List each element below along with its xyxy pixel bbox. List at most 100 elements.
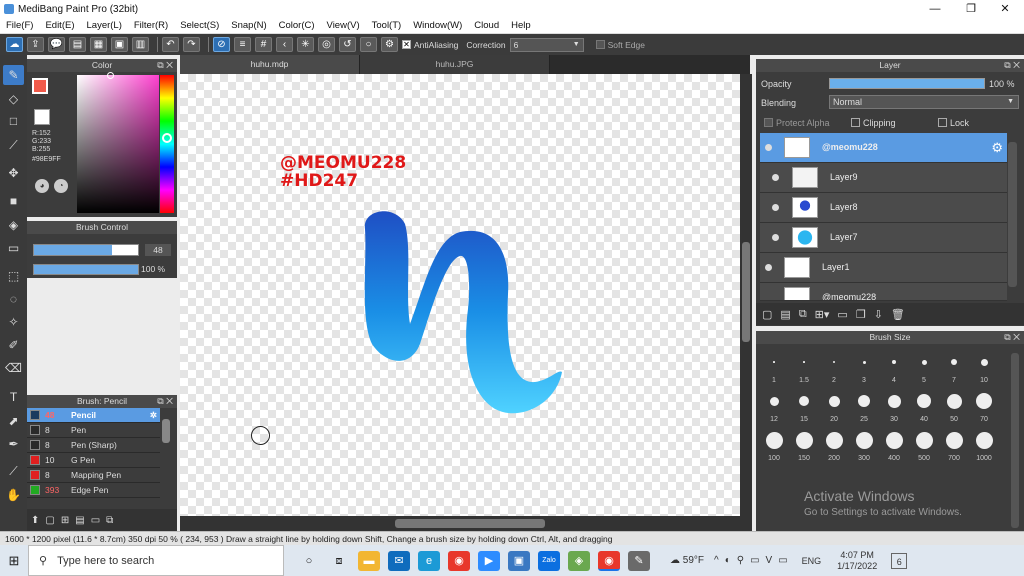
- brush-item-mapping-pen[interactable]: 8 Mapping Pen: [27, 468, 160, 483]
- menu-filter[interactable]: Filter(R): [128, 20, 174, 31]
- saturation-value-picker[interactable]: [77, 75, 159, 213]
- maximize-button[interactable]: ❐: [954, 0, 988, 18]
- brush-size-option[interactable]: 4: [879, 348, 909, 384]
- brush-size-option[interactable]: 5: [909, 348, 939, 384]
- blending-select[interactable]: Normal ▼: [829, 95, 1019, 109]
- correction-select[interactable]: 6 ▼: [509, 37, 584, 52]
- store-icon[interactable]: ▣: [508, 550, 530, 571]
- new-halftone-layer-icon[interactable]: ▤: [780, 308, 790, 321]
- add-layer-menu-icon[interactable]: ⊞▾: [815, 308, 830, 321]
- brush-size-option[interactable]: 1.5: [789, 348, 819, 384]
- ellipse-snap-icon[interactable]: ○: [360, 37, 377, 52]
- visibility-icon[interactable]: [772, 174, 779, 181]
- lock-checkbox[interactable]: [938, 118, 947, 127]
- brush-size-option[interactable]: 7: [939, 348, 969, 384]
- chrome-icon[interactable]: ◉: [448, 550, 470, 571]
- horizontal-scroll-thumb[interactable]: [395, 519, 545, 528]
- tile-icon[interactable]: ▥: [132, 37, 149, 52]
- brush-size-option[interactable]: 12: [759, 387, 789, 423]
- sv-cursor[interactable]: [107, 72, 114, 79]
- visibility-icon[interactable]: [765, 264, 772, 271]
- brush-size-option[interactable]: 30: [879, 387, 909, 423]
- menu-window[interactable]: Window(W): [407, 20, 468, 31]
- circle-snap-icon[interactable]: ◎: [318, 37, 335, 52]
- palette-icon[interactable]: ◕: [35, 179, 49, 193]
- snap-settings-icon[interactable]: ⚙: [381, 37, 398, 52]
- app-icon-green[interactable]: ◈: [568, 550, 590, 571]
- brush-item-pen[interactable]: 8 Pen: [27, 423, 160, 438]
- menu-help[interactable]: Help: [505, 20, 537, 31]
- copy-layer-icon[interactable]: ⧉: [799, 308, 807, 321]
- minimize-button[interactable]: —: [918, 0, 952, 18]
- hue-cursor[interactable]: [162, 133, 172, 143]
- brush-size-option[interactable]: 300: [849, 426, 879, 462]
- share-icon[interactable]: ⇪: [27, 37, 44, 52]
- menu-snap[interactable]: Snap(N): [225, 20, 272, 31]
- brush-size-option[interactable]: 100: [759, 426, 789, 462]
- delete-layer-icon[interactable]: 🗑: [891, 308, 905, 321]
- system-tray-icons[interactable]: ^◐⚲▭V▭: [714, 555, 794, 566]
- select-rect-icon[interactable]: ⬚: [3, 266, 24, 286]
- folder-icon[interactable]: ▭: [91, 515, 100, 526]
- vertical-scroll-thumb[interactable]: [742, 242, 750, 342]
- brush-size-option[interactable]: 2: [819, 348, 849, 384]
- gear-icon[interactable]: ⚙: [991, 140, 1003, 156]
- visibility-icon[interactable]: [772, 234, 779, 241]
- soft-edge-checkbox[interactable]: [595, 40, 605, 49]
- text-tool-icon[interactable]: T: [3, 387, 24, 407]
- protect-alpha-checkbox[interactable]: [764, 118, 773, 127]
- chrome-active-icon[interactable]: ◉: [598, 550, 620, 571]
- layer-list-scrollbar[interactable]: [1008, 142, 1017, 287]
- gradient-tool-icon[interactable]: ▭: [3, 238, 24, 258]
- edge-icon[interactable]: e: [418, 550, 440, 571]
- mail-icon[interactable]: ✉: [388, 550, 410, 571]
- lasso-tool-icon[interactable]: ◌: [3, 289, 24, 309]
- tab-huhu-mdp[interactable]: huhu.mdp: [180, 55, 360, 74]
- panel-controls-icon[interactable]: ⧉ ✕: [1004, 59, 1020, 72]
- parallel-snap-icon[interactable]: ≡: [234, 37, 251, 52]
- medibang-icon[interactable]: ✎: [628, 550, 650, 571]
- duplicate-layer-icon[interactable]: ❐: [856, 308, 866, 321]
- brush-item-g-pen[interactable]: 10 G Pen: [27, 453, 160, 468]
- tab-huhu-jpg[interactable]: huhu.JPG: [360, 55, 550, 74]
- layer-row-meomu228-2[interactable]: @meomu228: [760, 283, 1007, 301]
- canvas-horizontal-scrollbar[interactable]: [180, 516, 752, 531]
- antialiasing-checkbox[interactable]: ✕: [402, 40, 411, 49]
- menu-view[interactable]: View(V): [321, 20, 366, 31]
- visibility-icon[interactable]: [772, 204, 779, 211]
- layer-row-meomu228[interactable]: @meomu228 ⚙: [760, 133, 1007, 163]
- select-eraser-icon[interactable]: ⌫: [3, 358, 24, 378]
- hand-tool-icon[interactable]: ✋: [3, 485, 24, 505]
- eraser-tool-icon[interactable]: ◇: [3, 89, 24, 109]
- brush-size-scrollbar[interactable]: [1011, 353, 1019, 528]
- copy-brush-icon[interactable]: ⧉: [106, 515, 113, 526]
- brush-size-option[interactable]: 40: [909, 387, 939, 423]
- brush-size-value[interactable]: 48: [145, 244, 171, 256]
- brush-list-scrollbar[interactable]: [162, 419, 170, 443]
- brush-size-option[interactable]: 1000: [969, 426, 999, 462]
- brush-size-option[interactable]: 400: [879, 426, 909, 462]
- dot-tool-icon[interactable]: □: [3, 111, 24, 131]
- brush-tool-icon[interactable]: ✎: [3, 65, 24, 85]
- cortana-icon[interactable]: ○: [298, 551, 320, 571]
- drawing-canvas[interactable]: @MEOMU228 #HD247: [180, 74, 740, 516]
- gear-icon[interactable]: ✲: [150, 410, 157, 421]
- cloud-brush-icon[interactable]: ⬆: [31, 515, 39, 526]
- move-tool-icon[interactable]: ✥: [3, 163, 24, 183]
- brush-size-option[interactable]: 500: [909, 426, 939, 462]
- menu-select[interactable]: Select(S): [174, 20, 225, 31]
- layer-row-layer7[interactable]: Layer7: [760, 223, 1007, 253]
- layer-row-layer8[interactable]: Layer8: [760, 193, 1007, 223]
- brush-opacity-slider[interactable]: [33, 264, 139, 275]
- clipping-checkbox[interactable]: [851, 118, 860, 127]
- fill-rect-icon[interactable]: ■: [3, 191, 24, 211]
- file-explorer-icon[interactable]: ▬: [358, 550, 380, 571]
- brush-size-option[interactable]: 200: [819, 426, 849, 462]
- divide-tool-icon[interactable]: ⟋: [3, 461, 24, 481]
- brush-size-option[interactable]: 700: [939, 426, 969, 462]
- panel-controls-icon[interactable]: ⧉ ✕: [157, 395, 173, 408]
- brush-size-option[interactable]: 3: [849, 348, 879, 384]
- transparent-swatch[interactable]: [34, 109, 50, 125]
- menu-file[interactable]: File(F): [0, 20, 39, 31]
- layer-row-layer9[interactable]: Layer9: [760, 163, 1007, 193]
